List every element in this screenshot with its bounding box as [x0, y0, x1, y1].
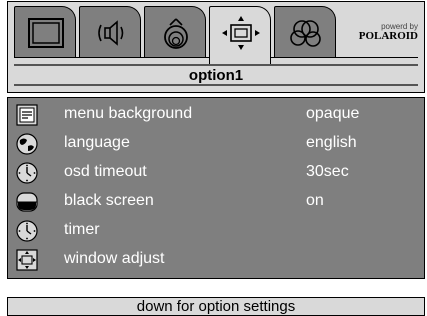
menu-item-black-screen[interactable]: black screen on [8, 190, 424, 214]
tab-color[interactable] [144, 6, 206, 58]
menu-item-osd-timeout[interactable]: osd timeout 30sec [8, 161, 424, 185]
menu-item-value: 30sec [306, 163, 349, 180]
menu-item-label: black screen [64, 192, 154, 209]
menu-item-value: opaque [306, 105, 360, 122]
brand-name: POLAROID [358, 30, 418, 42]
navigation-hint: down for option settings [136, 298, 296, 315]
tab-audio[interactable] [79, 6, 141, 58]
tab-multi-circle[interactable] [274, 6, 336, 58]
option-menu: menu background opaque language english … [7, 97, 425, 279]
menu-item-timer[interactable]: timer [8, 219, 424, 243]
multi-circle-icon [290, 20, 321, 47]
menu-background-icon [16, 104, 38, 126]
window-adjust-icon [16, 249, 38, 271]
black-screen-icon [16, 191, 38, 213]
menu-item-label: menu background [64, 105, 193, 122]
menu-item-value: on [306, 192, 324, 209]
tab-picture[interactable] [14, 6, 76, 58]
menu-item-value: english [306, 134, 357, 151]
menu-item-label: timer [64, 221, 100, 238]
page-title: option1 [188, 67, 244, 84]
menu-item-label: language [64, 134, 130, 151]
tab-window-adjust[interactable] [209, 6, 271, 64]
color-icon [164, 18, 188, 49]
menu-item-label: window adjust [64, 250, 165, 267]
menu-item-language[interactable]: language english [8, 132, 424, 156]
brand-logo: powerd by POLAROID [359, 22, 418, 42]
tab-bar: powerd by POLAROID option1 [7, 1, 425, 93]
clock-icon [16, 220, 38, 242]
audio-icon [98, 20, 124, 46]
menu-item-label: osd timeout [64, 163, 147, 180]
window-adjust-icon [222, 16, 260, 50]
menu-item-menu-background[interactable]: menu background opaque [8, 103, 424, 127]
clock-icon [16, 162, 38, 184]
hint-bar: down for option settings [7, 297, 425, 316]
menu-item-window-adjust[interactable]: window adjust [8, 248, 424, 272]
title-bar: option1 [14, 64, 418, 86]
globe-icon [16, 133, 38, 155]
picture-icon [28, 18, 64, 48]
